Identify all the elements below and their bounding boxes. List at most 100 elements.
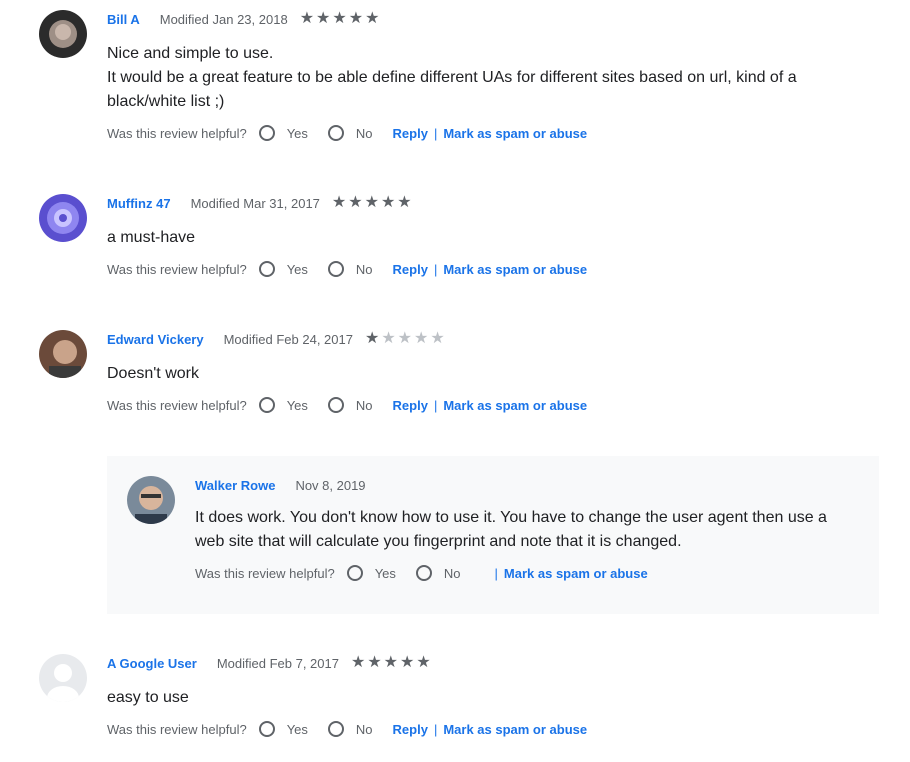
helpful-question: Was this review helpful? — [107, 125, 247, 141]
separator: | — [433, 397, 438, 413]
yes-label: Yes — [374, 565, 396, 581]
review-text: a must-have — [107, 229, 196, 246]
star-icon: ★ — [397, 194, 412, 211]
radio-icon — [327, 125, 344, 141]
no-label: No — [443, 565, 461, 581]
review-text: Doesn't work — [107, 365, 199, 382]
avatar[interactable] — [39, 194, 87, 242]
reply-meta: Walker Rowe Nov 8, 2019 — [195, 475, 378, 495]
helpful-question: Was this review helpful? — [107, 261, 247, 277]
no-radio[interactable]: No — [327, 721, 373, 737]
star-icon: ★ — [383, 654, 398, 671]
review-text: easy to use — [107, 689, 189, 706]
star-icon: ★ — [380, 194, 396, 211]
radio-icon — [258, 721, 275, 737]
no-radio[interactable]: No — [415, 565, 461, 581]
star-icon: ★ — [364, 194, 379, 211]
star-icon: ★ — [364, 330, 380, 347]
review-meta: Edward Vickery Modified Feb 24, 2017 ★ ★ ★… — [107, 329, 445, 349]
reply-link[interactable]: Reply — [393, 398, 428, 413]
star-rating: ★ ★ ★ ★ ★ — [351, 655, 431, 671]
modified-date: Modified Feb 24, 2017 — [223, 331, 353, 347]
star-rating: ★ ★ ★ ★ ★ — [332, 195, 412, 211]
helpful-question: Was this review helpful? — [107, 397, 247, 413]
star-icon: ★ — [348, 10, 364, 27]
author-name[interactable]: Bill A — [107, 12, 140, 27]
reply-date: Nov 8, 2019 — [295, 477, 366, 493]
radio-icon — [327, 397, 344, 413]
no-label: No — [355, 397, 373, 413]
mark-spam-link[interactable]: Mark as spam or abuse — [443, 262, 587, 277]
author-name[interactable]: Edward Vickery — [107, 332, 204, 347]
star-rating: ★ ★ ★ ★ ★ — [300, 11, 380, 27]
star-rating: ★ ★ ★ ★ ★ — [365, 331, 445, 347]
helpful-row: Was this review helpful? Yes No | Mark a… — [195, 563, 648, 583]
yes-label: Yes — [286, 397, 308, 413]
star-icon: ★ — [430, 330, 445, 347]
helpful-question: Was this review helpful? — [107, 721, 247, 737]
star-icon: ★ — [316, 10, 331, 27]
helpful-row: Was this review helpful? Yes No Reply | … — [107, 395, 587, 415]
no-radio[interactable]: No — [327, 397, 373, 413]
review-text-line: Nice and simple to use. — [107, 45, 274, 62]
mark-spam-link[interactable]: Mark as spam or abuse — [443, 126, 587, 141]
star-icon: ★ — [332, 10, 347, 27]
author-name[interactable]: A Google User — [107, 656, 197, 671]
no-radio[interactable]: No — [327, 261, 373, 277]
radio-icon — [258, 125, 275, 141]
separator: | — [433, 721, 438, 737]
yes-label: Yes — [286, 261, 308, 277]
star-icon: ★ — [350, 654, 366, 671]
review-text-line: It would be a great feature to be able d… — [107, 69, 797, 110]
modified-date: Modified Jan 23, 2018 — [159, 11, 288, 27]
star-icon: ★ — [414, 330, 429, 347]
no-radio[interactable]: No — [327, 125, 373, 141]
no-label: No — [355, 261, 373, 277]
star-icon: ★ — [365, 10, 380, 27]
star-icon: ★ — [331, 194, 347, 211]
helpful-row: Was this review helpful? Yes No Reply | … — [107, 123, 587, 143]
star-icon: ★ — [397, 330, 412, 347]
reply-link[interactable]: Reply — [393, 262, 428, 277]
radio-icon — [415, 565, 432, 581]
modified-date: Modified Feb 7, 2017 — [216, 655, 339, 671]
mark-spam-link[interactable]: Mark as spam or abuse — [443, 722, 587, 737]
yes-radio[interactable]: Yes — [258, 397, 308, 413]
star-icon: ★ — [381, 330, 396, 347]
star-icon: ★ — [400, 654, 415, 671]
yes-radio[interactable]: Yes — [258, 721, 308, 737]
star-icon: ★ — [367, 654, 382, 671]
radio-icon — [258, 261, 275, 277]
star-icon: ★ — [348, 194, 363, 211]
no-label: No — [355, 125, 373, 141]
separator: | — [433, 125, 438, 141]
yes-label: Yes — [286, 721, 308, 737]
avatar[interactable] — [39, 10, 87, 58]
author-name[interactable]: Muffinz 47 — [107, 196, 171, 211]
mark-spam-link[interactable]: Mark as spam or abuse — [504, 566, 648, 581]
review-meta: A Google User Modified Feb 7, 2017 ★ ★ ★ ★ ★ — [107, 653, 431, 673]
yes-radio[interactable]: Yes — [258, 261, 308, 277]
reply-link[interactable]: Reply — [393, 722, 428, 737]
helpful-row: Was this review helpful? Yes No Reply | … — [107, 719, 587, 739]
reply-link[interactable]: Reply — [393, 126, 428, 141]
mark-spam-link[interactable]: Mark as spam or abuse — [443, 398, 587, 413]
star-icon: ★ — [299, 10, 315, 27]
radio-icon — [346, 565, 363, 581]
avatar[interactable] — [127, 476, 175, 524]
avatar[interactable] — [39, 654, 87, 702]
radio-icon — [258, 397, 275, 413]
star-icon: ★ — [416, 654, 431, 671]
avatar[interactable] — [39, 330, 87, 378]
separator: | — [433, 261, 438, 277]
developer-reply: Walker Rowe Nov 8, 2019 It does work. Yo… — [107, 456, 879, 614]
no-label: No — [355, 721, 373, 737]
yes-radio[interactable]: Yes — [258, 125, 308, 141]
helpful-row: Was this review helpful? Yes No Reply | … — [107, 259, 587, 279]
yes-label: Yes — [286, 125, 308, 141]
separator: | — [494, 565, 498, 581]
author-name[interactable]: Walker Rowe — [195, 478, 275, 493]
yes-radio[interactable]: Yes — [346, 565, 396, 581]
review-meta: Muffinz 47 Modified Mar 31, 2017 ★ ★ ★ ★ ★ — [107, 193, 412, 213]
radio-icon — [327, 261, 344, 277]
